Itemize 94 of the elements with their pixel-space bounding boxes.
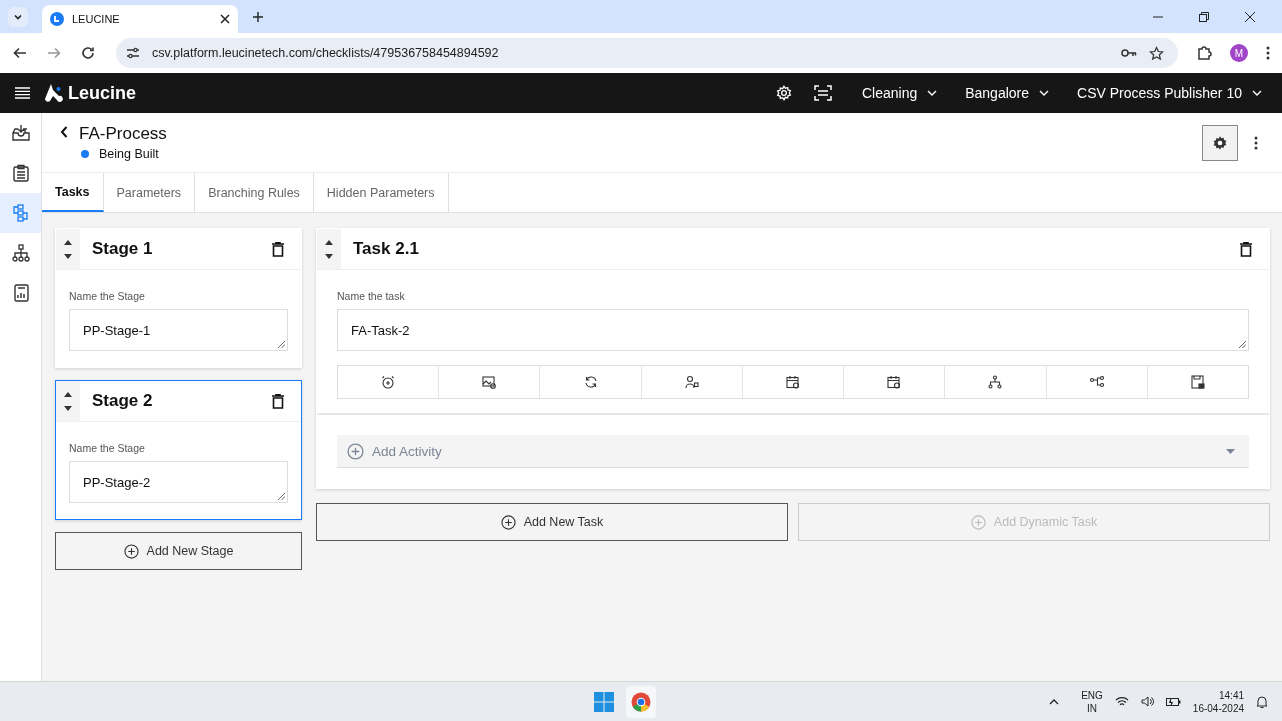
key-icon[interactable] xyxy=(1121,48,1137,58)
delete-icon[interactable] xyxy=(1240,241,1252,257)
reload-icon[interactable] xyxy=(80,45,96,61)
delete-icon[interactable] xyxy=(272,241,284,257)
app-logo-icon xyxy=(50,12,64,26)
clipboard-icon xyxy=(11,164,30,182)
field-label: Name the task xyxy=(337,290,406,302)
logo-icon xyxy=(43,83,63,103)
calendar-clock-icon xyxy=(887,375,902,389)
back-icon[interactable] xyxy=(12,45,28,61)
close-icon[interactable] xyxy=(1244,10,1256,23)
caret-down-icon xyxy=(1226,448,1235,454)
wifi-icon[interactable] xyxy=(1114,696,1129,707)
move-down-icon[interactable] xyxy=(64,253,72,259)
delete-icon[interactable] xyxy=(272,393,284,409)
task-title: Task 2.1 xyxy=(353,239,419,259)
speaker-icon[interactable] xyxy=(1140,696,1154,707)
language-indicator[interactable]: ENG IN xyxy=(1081,688,1103,715)
move-up-icon[interactable] xyxy=(64,239,72,245)
plus-circle-icon xyxy=(347,442,364,460)
page-tab[interactable]: Branching Rules xyxy=(195,173,314,212)
move-up-icon[interactable] xyxy=(64,391,72,397)
battery-icon[interactable] xyxy=(1165,696,1181,707)
stage-title: Stage 2 xyxy=(92,391,153,411)
status-label: Being Built xyxy=(99,147,159,161)
browser-tab[interactable]: LEUCINE xyxy=(42,5,238,33)
profile-avatar[interactable]: M xyxy=(1230,44,1248,62)
save-lock-icon xyxy=(1190,375,1205,389)
resize-handle-icon[interactable] xyxy=(278,341,285,348)
task-name-field[interactable]: FA-Task-2 xyxy=(337,309,1249,351)
page-tab[interactable]: Tasks xyxy=(42,173,104,212)
add-activity-dropdown[interactable]: Add Activity xyxy=(337,435,1249,468)
brand-name: Leucine xyxy=(68,82,137,104)
header-selector[interactable]: Cleaning xyxy=(853,85,946,101)
restore-icon[interactable] xyxy=(1198,10,1210,23)
back-icon[interactable] xyxy=(60,125,68,138)
extensions-icon[interactable] xyxy=(1196,45,1212,61)
scan-icon[interactable] xyxy=(813,85,832,101)
plus-circle-icon xyxy=(500,514,516,530)
chevron-down-icon xyxy=(927,90,938,96)
chevron-up-icon[interactable] xyxy=(1049,698,1060,705)
tab-list-button[interactable] xyxy=(8,6,28,27)
stage-name-field[interactable]: PP-Stage-1 xyxy=(69,309,288,351)
calendar-refresh-icon xyxy=(786,375,800,389)
nodes-icon xyxy=(1089,375,1104,389)
menu-icon[interactable] xyxy=(1266,46,1270,60)
forward-icon[interactable] xyxy=(46,45,62,61)
page-tab[interactable]: Parameters xyxy=(103,173,196,212)
notification-bell-icon[interactable] xyxy=(1256,694,1268,709)
star-icon[interactable] xyxy=(1149,45,1164,61)
plus-circle-icon xyxy=(123,543,139,559)
hierarchy-icon xyxy=(988,375,1003,389)
settings-icon[interactable] xyxy=(775,85,792,101)
stage-title: Stage 1 xyxy=(92,239,153,259)
add-stage-button[interactable]: Add New Stage xyxy=(55,532,302,570)
chevron-down-icon xyxy=(1039,90,1050,96)
alarm-plus-icon xyxy=(381,375,396,389)
chevron-down-icon xyxy=(1252,90,1262,96)
header-selector[interactable]: Bangalore xyxy=(957,85,1058,101)
move-down-icon[interactable] xyxy=(325,253,333,259)
close-icon[interactable] xyxy=(220,14,230,24)
stage-card[interactable]: Stage 1 Name the Stage PP-Stage-1 xyxy=(55,228,302,368)
inbox-icon xyxy=(11,124,30,142)
new-tab-icon[interactable] xyxy=(252,10,264,23)
add-task-button[interactable]: Add New Task xyxy=(316,503,788,541)
resize-handle-icon[interactable] xyxy=(1239,341,1246,348)
refresh-icon xyxy=(583,375,598,389)
stage-name-field[interactable]: PP-Stage-2 xyxy=(69,461,288,503)
image-icon xyxy=(482,375,497,389)
settings-icon xyxy=(1212,134,1228,151)
page-tab[interactable]: Hidden Parameters xyxy=(313,173,449,212)
hierarchy-icon xyxy=(11,244,30,262)
address-field[interactable]: csv.platform.leucinetech.com/checklists/479536758454894592 xyxy=(116,38,1178,68)
more-options-icon[interactable] xyxy=(1254,135,1258,150)
resize-handle-icon[interactable] xyxy=(278,493,285,500)
header-selector[interactable]: CSV Process Publisher 10 xyxy=(1069,85,1270,101)
stage-card[interactable]: Stage 2 Name the Stage PP-Stage-2 xyxy=(55,380,302,520)
page-title: FA-Process xyxy=(79,124,167,144)
status-dot xyxy=(81,150,89,158)
field-label: Name the Stage xyxy=(69,442,146,454)
site-settings-icon[interactable] xyxy=(126,46,140,60)
menu-icon[interactable] xyxy=(15,87,30,99)
user-lock-icon xyxy=(684,375,699,389)
windows-start-icon[interactable] xyxy=(593,691,614,712)
browser-taskbar-button[interactable] xyxy=(625,685,656,718)
plus-circle-icon xyxy=(970,514,986,530)
field-label: Name the Stage xyxy=(69,290,146,302)
settings-button[interactable] xyxy=(1202,124,1238,161)
clock[interactable]: 14:41 16-04-2024 xyxy=(1192,688,1244,715)
browser-icon xyxy=(630,691,651,712)
flow-icon xyxy=(11,204,30,222)
report-icon xyxy=(11,284,30,302)
move-down-icon[interactable] xyxy=(64,405,72,411)
move-up-icon[interactable] xyxy=(325,239,333,245)
